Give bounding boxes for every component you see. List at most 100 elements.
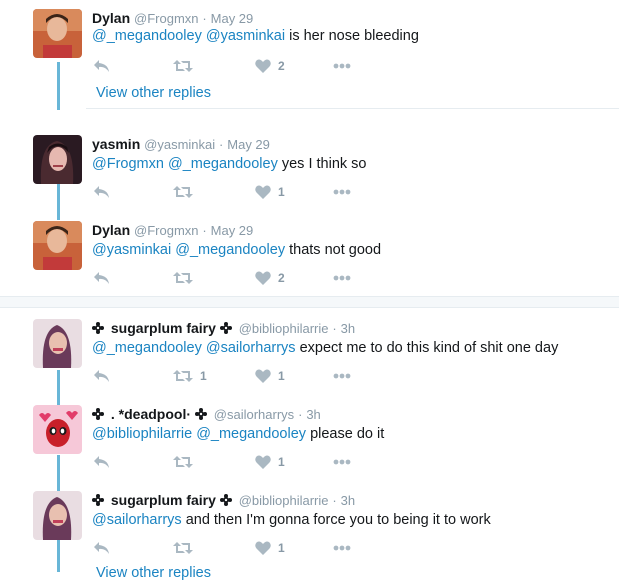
tweet-content: and then I'm gonna force you to being it…	[185, 512, 491, 528]
flower-badge-icon	[92, 322, 104, 334]
reply-icon	[94, 542, 109, 554]
like-button[interactable]: 2	[255, 269, 285, 287]
timestamp[interactable]: May 29	[211, 223, 254, 238]
more-button[interactable]	[333, 183, 351, 201]
flower-badge-icon	[194, 408, 207, 420]
more-dots-icon	[333, 545, 351, 551]
flower-badge-icon	[92, 408, 104, 420]
timestamp[interactable]: 3h	[306, 407, 320, 422]
retweet-button[interactable]	[173, 57, 200, 75]
conversation-divider	[0, 296, 619, 308]
author-name[interactable]: . *deadpool·	[111, 406, 191, 422]
retweet-button[interactable]	[173, 539, 200, 557]
tweet-header: sugarplum fairy @bibliophilarrie · 3h	[92, 491, 355, 510]
mention-link[interactable]: @_megandooley	[175, 242, 285, 258]
mention-link[interactable]: @sailorharrys	[92, 512, 182, 528]
reply-button[interactable]	[93, 57, 110, 75]
like-count: 2	[278, 271, 285, 285]
avatar[interactable]	[33, 9, 82, 58]
like-button[interactable]: 1	[255, 453, 285, 471]
author-handle[interactable]: @bibliophilarrie	[239, 321, 329, 336]
retweet-button[interactable]	[173, 453, 200, 471]
timestamp[interactable]: May 29	[227, 137, 270, 152]
like-button[interactable]: 1	[255, 183, 285, 201]
timestamp[interactable]: 3h	[341, 321, 355, 336]
separator-dot: ·	[202, 223, 207, 238]
heart-icon	[255, 455, 271, 469]
tweet-header: yasmin @yasminkai · May 29	[92, 135, 270, 154]
mention-link[interactable]: @sailorharrys	[206, 340, 296, 356]
tweet-text: @Frogmxn @_megandooley yes I think so	[92, 154, 366, 174]
separator-dot: ·	[298, 407, 303, 422]
tweet-content: thats not good	[289, 242, 382, 258]
tweet-text: @_megandooley @sailorharrys expect me to…	[92, 338, 558, 358]
view-other-replies-link[interactable]: View other replies	[96, 564, 211, 582]
author-handle[interactable]: @bibliophilarrie	[239, 493, 329, 508]
retweet-icon	[173, 542, 193, 554]
like-count: 1	[278, 369, 285, 383]
more-button[interactable]	[333, 269, 351, 287]
more-button[interactable]	[333, 539, 351, 557]
reply-button[interactable]	[93, 367, 110, 385]
avatar[interactable]	[33, 405, 82, 454]
more-dots-icon	[333, 189, 351, 195]
reply-icon	[94, 186, 109, 198]
like-count: 1	[278, 455, 285, 469]
reply-button[interactable]	[93, 539, 110, 557]
mention-link[interactable]: @_megandooley	[92, 28, 202, 44]
heart-icon	[255, 59, 271, 73]
thread-line	[57, 370, 60, 406]
mention-link[interactable]: @_megandooley	[168, 156, 278, 172]
thread-line	[57, 455, 60, 495]
author-name[interactable]: sugarplum fairy	[111, 320, 216, 336]
retweet-icon	[173, 456, 193, 468]
avatar[interactable]	[33, 319, 82, 368]
avatar[interactable]	[33, 221, 82, 270]
mention-link[interactable]: @yasminkai	[92, 242, 171, 258]
heart-icon	[255, 185, 271, 199]
more-button[interactable]	[333, 367, 351, 385]
like-button[interactable]: 2	[255, 57, 285, 75]
tweet-content: yes I think so	[281, 156, 367, 172]
author-name[interactable]: yasmin	[92, 136, 140, 152]
mention-link[interactable]: @_megandooley	[92, 340, 202, 356]
like-button[interactable]: 1	[255, 367, 285, 385]
view-other-replies-link[interactable]: View other replies	[96, 84, 211, 102]
tweet-actions: 2	[92, 57, 392, 75]
retweet-button[interactable]	[173, 183, 200, 201]
author-handle[interactable]: @sailorharrys	[214, 407, 294, 422]
mention-link[interactable]: @Frogmxn	[92, 156, 164, 172]
tweet-actions: 1	[92, 183, 392, 201]
mention-link[interactable]: @bibliophilarrie	[92, 426, 192, 442]
mention-link[interactable]: @yasminkai	[206, 28, 285, 44]
tweet-actions: 2	[92, 269, 392, 287]
timestamp[interactable]: May 29	[211, 11, 254, 26]
tweet-text: @sailorharrys and then I'm gonna force y…	[92, 510, 491, 530]
retweet-icon	[173, 186, 193, 198]
author-handle[interactable]: @yasminkai	[144, 137, 215, 152]
avatar[interactable]	[33, 135, 82, 184]
reply-button[interactable]	[93, 453, 110, 471]
author-name[interactable]: sugarplum fairy	[111, 492, 216, 508]
heart-icon	[255, 369, 271, 383]
reply-button[interactable]	[93, 183, 110, 201]
retweet-button[interactable]	[173, 269, 200, 287]
author-name[interactable]: Dylan	[92, 10, 130, 26]
author-handle[interactable]: @Frogmxn	[134, 11, 199, 26]
author-handle[interactable]: @Frogmxn	[134, 223, 199, 238]
tweet-actions: 1	[92, 453, 392, 471]
reply-button[interactable]	[93, 269, 110, 287]
author-name[interactable]: Dylan	[92, 222, 130, 238]
retweet-icon	[173, 272, 193, 284]
more-button[interactable]	[333, 57, 351, 75]
mention-link[interactable]: @_megandooley	[196, 426, 306, 442]
more-dots-icon	[333, 459, 351, 465]
more-button[interactable]	[333, 453, 351, 471]
reply-divider	[86, 108, 619, 109]
avatar[interactable]	[33, 491, 82, 540]
thread-line	[57, 62, 60, 110]
timestamp[interactable]: 3h	[341, 493, 355, 508]
retweet-button[interactable]: 1	[173, 367, 207, 385]
like-button[interactable]: 1	[255, 539, 285, 557]
heart-icon	[255, 271, 271, 285]
